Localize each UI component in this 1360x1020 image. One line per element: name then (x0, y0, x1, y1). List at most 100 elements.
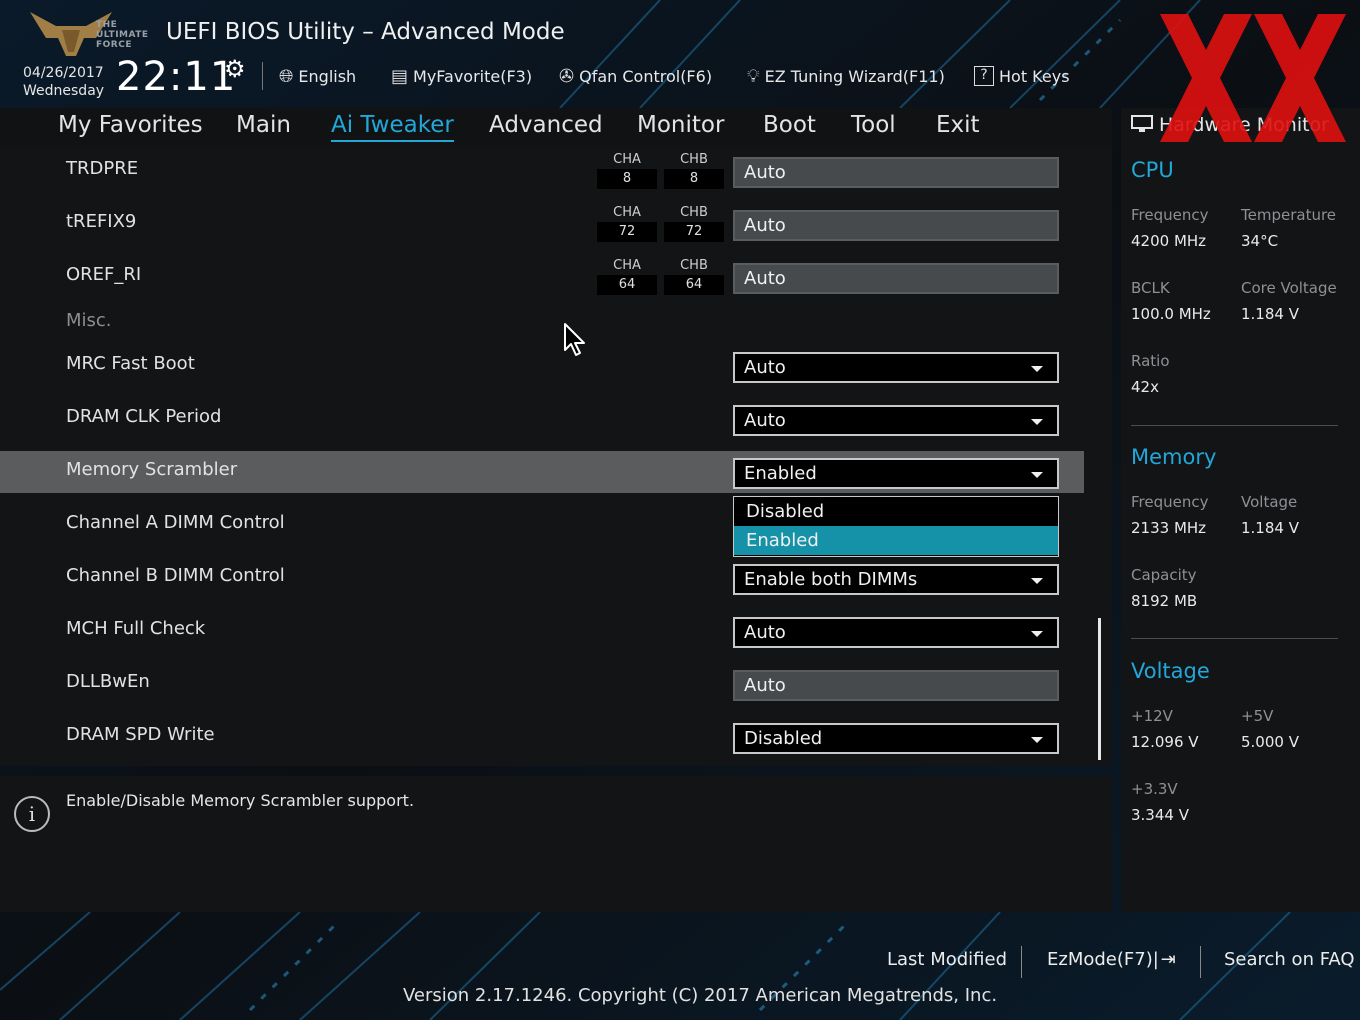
lightbulb-icon: 💡︎ (747, 65, 760, 87)
tab-advanced[interactable]: Advanced (489, 112, 603, 138)
memory-section-title: Memory (1131, 445, 1217, 469)
setting-label: MRC Fast Boot (66, 353, 195, 374)
hardware-monitor-panel: Hardware Monitor CPU Frequency 4200 MHz … (1121, 108, 1360, 912)
footer-separator (1021, 946, 1022, 978)
setting-label: TRDPRE (66, 158, 139, 179)
header-separator (262, 62, 263, 90)
setting-row-trefix9[interactable]: tREFIX9 CHA 72 CHB 72 Auto (0, 203, 1084, 245)
tab-exit[interactable]: Exit (936, 112, 980, 138)
tab-monitor[interactable]: Monitor (637, 112, 724, 138)
dropdown-arrow-icon (1031, 631, 1043, 637)
mch-full-check-dropdown[interactable]: Auto (733, 617, 1059, 648)
header-bar: THE ULTIMATE FORCE UEFI BIOS Utility – A… (0, 0, 1360, 108)
5v-value: 5.000 V (1241, 733, 1299, 751)
channel-b-value: CHB 64 (664, 258, 724, 295)
memory-scrambler-options-list[interactable]: Disabled Enabled (733, 496, 1059, 557)
bclk-value: 100.0 MHz (1131, 305, 1211, 323)
tab-main[interactable]: Main (236, 112, 291, 138)
setting-value-field[interactable]: Auto (733, 210, 1059, 241)
fan-icon: ✇ (559, 65, 575, 87)
setting-row-channel-b-dimm-control[interactable]: Channel B DIMM Control Enable both DIMMs (0, 557, 1084, 599)
settings-scrollbar[interactable] (1098, 618, 1101, 760)
dram-clk-period-dropdown[interactable]: Auto (733, 405, 1059, 436)
settings-panel: TRDPRE CHA 8 CHB 8 Auto tREFIX9 CHA 72 C… (0, 148, 1112, 766)
language-button[interactable]: 🌐︎ English (279, 63, 356, 89)
cpu-temperature-value: 34°C (1241, 232, 1279, 250)
channel-a-value: CHA 72 (597, 205, 657, 242)
ezmode-button[interactable]: EzMode(F7)| ⇥ (1047, 949, 1176, 970)
help-text: Enable/Disable Memory Scrambler support. (66, 791, 415, 810)
tab-ai-tweaker[interactable]: Ai Tweaker (331, 112, 454, 142)
bclk-label: BCLK (1131, 279, 1170, 297)
dropdown-arrow-icon (1031, 578, 1043, 584)
favorite-list-icon: ▤ (391, 65, 409, 87)
setting-label: tREFIX9 (66, 211, 137, 232)
section-label-misc: Misc. (66, 310, 112, 331)
dropdown-arrow-icon (1031, 737, 1043, 743)
help-box-icon: ? (974, 66, 994, 86)
setting-label: Channel A DIMM Control (66, 512, 285, 533)
dropdown-arrow-icon (1031, 366, 1043, 372)
gear-icon[interactable]: ⚙ (224, 55, 246, 83)
info-icon: i (14, 796, 50, 832)
mrc-fast-boot-dropdown[interactable]: Auto (733, 352, 1059, 383)
dllbwen-value-field[interactable]: Auto (733, 670, 1059, 701)
tab-boot[interactable]: Boot (763, 112, 816, 138)
tab-my-favorites[interactable]: My Favorites (58, 112, 203, 138)
section-divider (1131, 638, 1338, 639)
channel-a-value: CHA 8 (597, 152, 657, 189)
globe-icon: 🌐︎ (279, 65, 294, 87)
setting-row-mch-full-check[interactable]: MCH Full Check Auto (0, 610, 1084, 652)
footer-separator (1200, 946, 1201, 978)
memory-frequency-value: 2133 MHz (1131, 519, 1207, 537)
qfan-control-button[interactable]: ✇ Qfan Control(F6) (559, 63, 712, 89)
voltage-section-title: Voltage (1131, 659, 1210, 683)
myfavorite-button[interactable]: ▤ MyFavorite(F3) (391, 63, 532, 89)
setting-row-dram-spd-write[interactable]: DRAM SPD Write Disabled (0, 716, 1084, 758)
setting-label: DRAM SPD Write (66, 724, 215, 745)
setting-row-dram-clk-period[interactable]: DRAM CLK Period Auto (0, 398, 1084, 440)
core-voltage-value: 1.184 V (1241, 305, 1299, 323)
memory-scrambler-dropdown[interactable]: Enabled (733, 458, 1059, 489)
search-faq-button[interactable]: Search on FAQ (1224, 949, 1355, 970)
last-modified-button[interactable]: Last Modified (887, 949, 1007, 970)
memory-voltage-label: Voltage (1241, 493, 1298, 511)
setting-value-field[interactable]: Auto (733, 263, 1059, 294)
version-text: Version 2.17.1246. Copyright (C) 2017 Am… (403, 985, 998, 1006)
channel-a-value: CHA 64 (597, 258, 657, 295)
ratio-label: Ratio (1131, 352, 1170, 370)
setting-value-field[interactable]: Auto (733, 157, 1059, 188)
option-disabled[interactable]: Disabled (734, 497, 1058, 526)
date-display: 04/26/2017 Wednesday (23, 65, 105, 99)
setting-row-memory-scrambler[interactable]: Memory Scrambler Enabled (0, 451, 1084, 493)
monitor-icon (1131, 115, 1153, 132)
12v-label: +12V (1131, 707, 1173, 725)
ez-tuning-wizard-label: EZ Tuning Wizard(F11) (764, 66, 945, 86)
qfan-control-label: Qfan Control(F6) (579, 66, 713, 86)
tab-tool[interactable]: Tool (851, 112, 896, 138)
ez-tuning-wizard-button[interactable]: 💡︎ EZ Tuning Wizard(F11) (747, 63, 945, 89)
logo-text: THE ULTIMATE FORCE (96, 20, 149, 50)
5v-label: +5V (1241, 707, 1274, 725)
hot-keys-button[interactable]: ? Hot Keys (974, 63, 1070, 89)
help-panel: i Enable/Disable Memory Scrambler suppor… (0, 776, 1112, 912)
cpu-section-title: CPU (1131, 158, 1174, 182)
12v-value: 12.096 V (1131, 733, 1199, 751)
3v3-label: +3.3V (1131, 780, 1178, 798)
memory-capacity-label: Capacity (1131, 566, 1197, 584)
dram-spd-write-dropdown[interactable]: Disabled (733, 723, 1059, 754)
cpu-frequency-value: 4200 MHz (1131, 232, 1207, 250)
channel-b-value: CHB 8 (664, 152, 724, 189)
channel-b-dimm-control-dropdown[interactable]: Enable both DIMMs (733, 564, 1059, 595)
watermark-logo (1160, 14, 1346, 142)
setting-label: MCH Full Check (66, 618, 206, 639)
setting-label: DLLBwEn (66, 671, 150, 692)
setting-row-mrc-fast-boot[interactable]: MRC Fast Boot Auto (0, 345, 1084, 387)
setting-row-dllbwen[interactable]: DLLBwEn Auto (0, 663, 1084, 705)
ratio-value: 42x (1131, 378, 1159, 396)
setting-label: OREF_RI (66, 264, 142, 285)
setting-row-trdpre[interactable]: TRDPRE CHA 8 CHB 8 Auto (0, 150, 1084, 192)
setting-row-oref-ri[interactable]: OREF_RI CHA 64 CHB 64 Auto (0, 256, 1084, 298)
memory-voltage-value: 1.184 V (1241, 519, 1299, 537)
option-enabled[interactable]: Enabled (734, 526, 1058, 555)
